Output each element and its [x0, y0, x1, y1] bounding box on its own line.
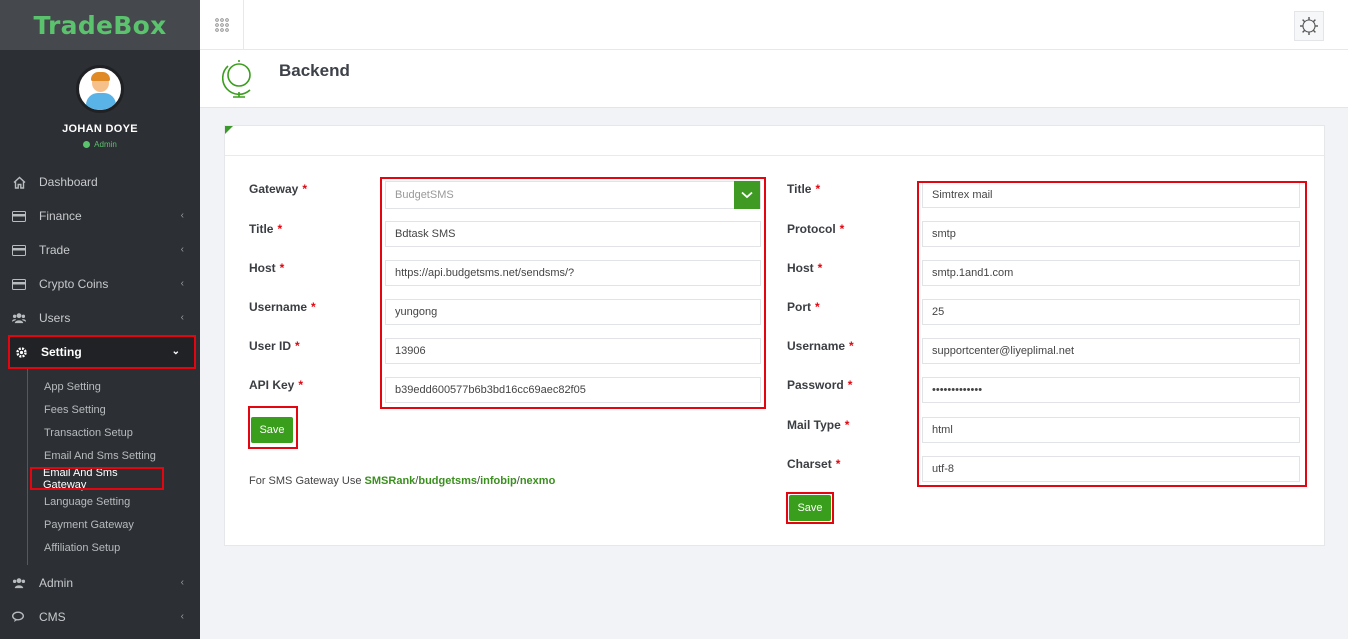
gear-icon: [1300, 17, 1318, 35]
sidebar-item-label: Finance: [39, 209, 82, 223]
user-profile: JOHAN DOYE Admin: [0, 50, 200, 163]
submenu-item-payment-gateway[interactable]: Payment Gateway: [0, 513, 200, 536]
card-icon: [12, 243, 26, 257]
user-role-label: Admin: [94, 140, 117, 149]
submenu-item-language-setting[interactable]: Language Setting: [0, 490, 200, 513]
sidebar-item-trade[interactable]: Trade ‹: [0, 233, 200, 267]
port-label: Port *: [787, 300, 820, 314]
sidebar-item-dashboard[interactable]: Dashboard: [0, 165, 200, 199]
card-icon: [12, 209, 26, 223]
topbar: [200, 0, 1348, 50]
api-key-label: API Key *: [249, 378, 304, 392]
email-title-label: Title *: [787, 182, 821, 196]
sms-host-label: Host *: [249, 261, 285, 275]
chevron-left-icon: ‹: [180, 312, 184, 323]
password-label: Password *: [787, 378, 853, 392]
settings-button[interactable]: [1294, 11, 1324, 41]
link-smsrank[interactable]: SMSRank: [365, 475, 416, 487]
email-username-label: Username *: [787, 339, 854, 353]
link-nexmo[interactable]: nexmo: [520, 475, 555, 487]
sidebar-item-label: Admin: [39, 576, 74, 590]
sidebar-item-label: Dashboard: [39, 175, 98, 189]
user-id-label: User ID *: [249, 339, 300, 353]
submenu-item-email-sms-gateway[interactable]: Email And Sms Gateway: [30, 467, 164, 491]
panel-corner-mark: [225, 126, 233, 134]
sidebar-item-users[interactable]: Users ‹: [0, 301, 200, 335]
avatar: [76, 65, 124, 113]
apps-grid-icon: [214, 17, 229, 32]
sidebar-item-setting[interactable]: Setting ⌄: [8, 335, 196, 369]
sidebar-item-label: Crypto Coins: [39, 277, 109, 291]
email-save-button[interactable]: Save: [789, 495, 831, 521]
brand-header[interactable]: TradeBox: [0, 0, 200, 50]
sidebar-item-admin[interactable]: Admin ‹: [0, 566, 200, 600]
sidebar-nav: Dashboard Finance ‹ Trade ‹ Crypto Coins…: [0, 165, 200, 565]
link-budgetsms[interactable]: budgetsms: [418, 475, 477, 487]
chevron-left-icon: ‹: [180, 244, 184, 255]
sms-gateway-note: For SMS Gateway Use SMSRank/budgetsms/in…: [249, 475, 556, 487]
sidebar-item-finance[interactable]: Finance ‹: [0, 199, 200, 233]
gateway-label: Gateway *: [249, 182, 308, 196]
mail-type-label: Mail Type *: [787, 418, 850, 432]
email-host-label: Host *: [787, 261, 823, 275]
page-title: Backend: [279, 61, 350, 80]
sidebar-nav-bottom: Admin ‹ CMS ‹: [0, 566, 200, 634]
sidebar: TradeBox JOHAN DOYE Admin Dashboard Fina…: [0, 0, 200, 639]
chevron-left-icon: ‹: [180, 611, 184, 622]
sidebar-item-cms[interactable]: CMS ‹: [0, 600, 200, 634]
submenu-item-transaction-setup[interactable]: Transaction Setup: [0, 421, 200, 444]
brand-logo[interactable]: TradeBox: [33, 11, 166, 40]
link-infobip[interactable]: infobip: [480, 475, 517, 487]
email-fields-highlight: [917, 181, 1307, 487]
sms-fields-highlight: [380, 177, 766, 409]
sidebar-item-label: Users: [39, 311, 71, 325]
panel-header: [225, 126, 1324, 156]
page-header: Backend: [200, 50, 1348, 108]
online-status-icon: [83, 141, 91, 148]
submenu-item-affiliation-setup[interactable]: Affiliation Setup: [0, 536, 200, 559]
user-name: JOHAN DOYE: [62, 123, 138, 135]
setting-submenu: App Setting Fees Setting Transaction Set…: [0, 369, 200, 565]
chevron-left-icon: ‹: [180, 278, 184, 289]
home-icon: [12, 175, 26, 189]
globe-icon: [222, 60, 251, 98]
gear-icon: [14, 345, 28, 359]
submenu-item-app-setting[interactable]: App Setting: [0, 375, 200, 398]
users-icon: [12, 576, 26, 590]
chat-icon: [12, 610, 26, 624]
users-icon: [12, 311, 26, 325]
sidebar-item-label: Setting: [41, 345, 82, 359]
sms-username-label: Username *: [249, 300, 316, 314]
chevron-down-icon: ⌄: [171, 346, 180, 357]
sms-save-button[interactable]: Save: [251, 417, 293, 443]
apps-grid-button[interactable]: [200, 0, 244, 49]
user-role: Admin: [0, 140, 200, 149]
submenu-item-email-sms-setting[interactable]: Email And Sms Setting: [0, 444, 200, 467]
sidebar-item-label: Trade: [39, 243, 70, 257]
chevron-left-icon: ‹: [180, 210, 184, 221]
sms-title-label: Title *: [249, 222, 283, 236]
charset-label: Charset *: [787, 457, 841, 471]
card-icon: [12, 277, 26, 291]
sidebar-item-crypto-coins[interactable]: Crypto Coins ‹: [0, 267, 200, 301]
chevron-left-icon: ‹: [180, 577, 184, 588]
protocol-label: Protocol *: [787, 222, 845, 236]
sidebar-item-label: CMS: [39, 610, 66, 624]
submenu-item-fees-setting[interactable]: Fees Setting: [0, 398, 200, 421]
